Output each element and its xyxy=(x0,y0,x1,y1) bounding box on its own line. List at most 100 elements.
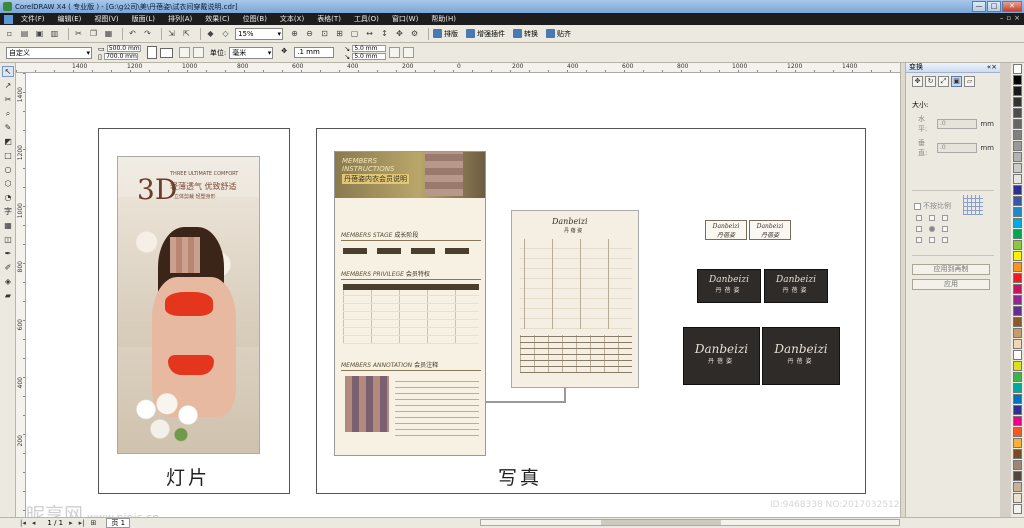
maximize-button[interactable]: □ xyxy=(987,1,1001,12)
eyedropper-icon[interactable]: ✒ xyxy=(2,248,14,259)
anchor-point[interactable] xyxy=(916,226,922,232)
current-page-icon[interactable] xyxy=(192,47,204,58)
skew-mode-icon[interactable]: ▱ xyxy=(964,76,975,87)
zoom-selected-icon[interactable]: ⊡ xyxy=(319,28,330,39)
color-swatch[interactable] xyxy=(1013,119,1022,129)
welcome-icon[interactable]: ◇ xyxy=(220,28,231,39)
add-page-icon[interactable]: ⊞ xyxy=(91,519,97,527)
new-icon[interactable]: ▫ xyxy=(4,28,15,39)
color-swatch[interactable] xyxy=(1013,86,1022,96)
color-swatch[interactable] xyxy=(1013,427,1022,437)
color-swatch[interactable] xyxy=(1013,372,1022,382)
next-page-icon[interactable]: ▸ xyxy=(69,519,73,527)
outline-pen-icon[interactable]: ✐ xyxy=(2,262,14,273)
color-swatch[interactable] xyxy=(1013,317,1022,327)
menu-effects[interactable]: 效果(C) xyxy=(205,14,229,24)
zoom-height-icon[interactable]: ↕ xyxy=(379,28,390,39)
polygon-tool-icon[interactable]: ⬡ xyxy=(2,178,14,189)
color-swatch[interactable] xyxy=(1013,64,1022,74)
size-mode-icon[interactable]: ▣ xyxy=(951,76,962,87)
color-swatch[interactable] xyxy=(1013,416,1022,426)
color-swatch[interactable] xyxy=(1013,273,1022,283)
fill-tool-icon[interactable]: ◈ xyxy=(2,276,14,287)
menu-arrange[interactable]: 排列(A) xyxy=(168,14,192,24)
paper-preset-select[interactable]: 自定义 xyxy=(6,46,92,59)
color-swatch[interactable] xyxy=(1013,438,1022,448)
duplicate-y-input[interactable]: 5.0 mm xyxy=(352,53,387,60)
color-swatch[interactable] xyxy=(1013,471,1022,481)
page-height-input[interactable]: 700.0 mm xyxy=(104,53,139,60)
color-swatch[interactable] xyxy=(1013,482,1022,492)
page-width-input[interactable]: 500.0 mm xyxy=(106,45,141,52)
membership-brochure[interactable]: MEMBERS INSTRUCTIONS 丹蓓姿内衣会员说明 MEMBERS S… xyxy=(334,151,486,456)
imposition-button[interactable]: 排版 xyxy=(433,29,458,39)
options-page-icon[interactable] xyxy=(403,47,415,58)
color-swatch[interactable] xyxy=(1013,394,1022,404)
zoom-width-icon[interactable]: ↔ xyxy=(364,28,375,39)
zoom-in-icon[interactable]: ⊕ xyxy=(289,28,300,39)
zoom-page-icon[interactable]: ▢ xyxy=(349,28,360,39)
doc-restore-button[interactable]: ▫ xyxy=(1006,14,1011,22)
zoom-out-icon[interactable]: ⊖ xyxy=(304,28,315,39)
color-swatch[interactable] xyxy=(1013,449,1022,459)
rotate-mode-icon[interactable]: ↻ xyxy=(925,76,936,87)
nudge-distance-input[interactable]: .1 mm xyxy=(294,47,335,58)
minimize-button[interactable]: — xyxy=(972,1,986,12)
color-swatch[interactable] xyxy=(1013,306,1022,316)
shape-tool-icon[interactable]: ↗ xyxy=(2,80,14,91)
menu-view[interactable]: 视图(V) xyxy=(94,14,118,24)
brand-tag-large-2[interactable]: Danbeizi 丹蓓姿 xyxy=(762,327,840,385)
drawing-canvas[interactable]: 3D THREE ULTIMATE COMFORT 轻薄透气 优致舒适 立体剪裁… xyxy=(26,73,900,517)
basic-shapes-icon[interactable]: ◔ xyxy=(2,192,14,203)
color-swatch[interactable] xyxy=(1013,130,1022,140)
snap-button[interactable]: 贴齐 xyxy=(546,29,571,39)
export-icon[interactable]: ⇱ xyxy=(181,28,192,39)
copy-icon[interactable]: ❐ xyxy=(88,28,99,39)
size-chart-sheet[interactable]: Danbeizi 丹 蓓 姿 xyxy=(511,210,639,388)
interactive-blend-icon[interactable]: ◫ xyxy=(2,234,14,245)
interactive-fill-icon[interactable]: ▰ xyxy=(2,290,14,301)
vertical-ruler[interactable]: 1400 1200 1000 800 600 400 200 xyxy=(16,73,26,517)
freehand-tool-icon[interactable]: ✎ xyxy=(2,122,14,133)
color-swatch[interactable] xyxy=(1013,295,1022,305)
print-icon[interactable]: ▥ xyxy=(49,28,60,39)
color-swatch[interactable] xyxy=(1013,405,1022,415)
open-icon[interactable]: ▤ xyxy=(19,28,30,39)
menu-text[interactable]: 文本(X) xyxy=(280,14,304,24)
color-swatch[interactable] xyxy=(1013,108,1022,118)
convert-button[interactable]: 转换 xyxy=(513,29,538,39)
landscape-button[interactable] xyxy=(159,47,173,58)
undo-icon[interactable]: ↶ xyxy=(127,28,138,39)
import-icon[interactable]: ⇲ xyxy=(166,28,177,39)
all-pages-icon[interactable] xyxy=(178,47,190,58)
color-swatch[interactable] xyxy=(1013,196,1022,206)
redo-icon[interactable]: ↷ xyxy=(142,28,153,39)
page-tab[interactable]: 页 1 xyxy=(106,518,131,528)
color-swatch[interactable] xyxy=(1013,361,1022,371)
apply-to-duplicate-button[interactable]: 应用到再制 xyxy=(912,264,990,275)
anchor-point[interactable] xyxy=(929,215,935,221)
docker-close-icon[interactable]: «× xyxy=(987,63,997,72)
color-swatch[interactable] xyxy=(1013,251,1022,261)
color-swatch[interactable] xyxy=(1013,504,1022,514)
app-launcher-icon[interactable]: ◆ xyxy=(205,28,216,39)
color-swatch[interactable] xyxy=(1013,185,1022,195)
doc-minimize-button[interactable]: – xyxy=(1000,14,1004,22)
anchor-point[interactable] xyxy=(929,237,935,243)
color-swatch[interactable] xyxy=(1013,493,1022,503)
menu-table[interactable]: 表格(T) xyxy=(317,14,341,24)
color-swatch[interactable] xyxy=(1013,152,1022,162)
horizontal-size-input[interactable]: .0 xyxy=(936,119,978,129)
pan-icon[interactable]: ✥ xyxy=(394,28,405,39)
color-swatch[interactable] xyxy=(1013,284,1022,294)
menu-tools[interactable]: 工具(O) xyxy=(354,14,379,24)
color-swatch[interactable] xyxy=(1013,141,1022,151)
last-page-icon[interactable]: ▸| xyxy=(79,519,85,527)
rectangle-tool-icon[interactable]: □ xyxy=(2,150,14,161)
color-swatch[interactable] xyxy=(1013,75,1022,85)
color-swatch[interactable] xyxy=(1013,339,1022,349)
anchor-point[interactable] xyxy=(942,237,948,243)
anchor-point[interactable] xyxy=(916,215,922,221)
color-swatch[interactable] xyxy=(1013,218,1022,228)
pick-tool-icon[interactable]: ↖ xyxy=(2,66,14,77)
